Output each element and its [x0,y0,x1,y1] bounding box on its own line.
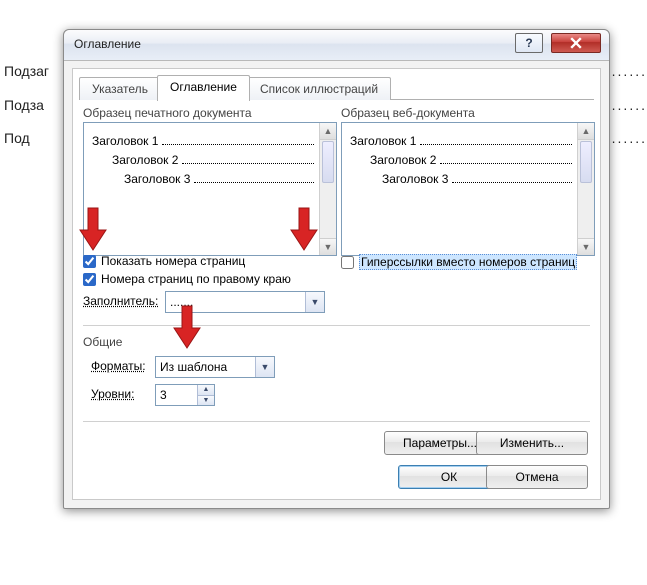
leader-dots [440,163,572,164]
preview-row-text: Заголовок 1 [350,134,416,148]
divider [83,421,590,422]
scroll-up-icon[interactable]: ▲ [320,123,336,140]
bg-text-3: Под [4,130,30,146]
checkbox-label: Гиперссылки вместо номеров страниц [359,254,577,270]
leader-dots [194,182,314,183]
divider [83,325,590,326]
spinner-buttons[interactable]: ▲▼ [197,385,214,405]
web-preview: Заголовок 11 Заголовок 23 Заголовок 35 ▲… [341,122,595,256]
leader-dots [162,144,314,145]
ok-button[interactable]: ОК [398,465,500,489]
bg-text-1: Подзаг [4,63,49,79]
preview-row-text: Заголовок 2 [370,153,436,167]
bg-text-2: Подза [4,97,44,113]
cancel-button[interactable]: Отмена [486,465,588,489]
levels-value: 3 [156,388,197,402]
scroll-down-icon[interactable]: ▼ [320,238,336,255]
print-preview: Заголовок 11 Заголовок 23 Заголовок 35 ▲… [83,122,337,256]
modify-button[interactable]: Изменить... [476,431,588,455]
leader-dots [182,163,314,164]
scrollbar[interactable]: ▲ ▼ [319,123,336,255]
checkbox-label: Номера страниц по правому краю [101,272,291,286]
levels-spinner[interactable]: 3 ▲▼ [155,384,215,406]
scroll-up-icon[interactable]: ▲ [578,123,594,140]
tab-index[interactable]: Указатель [79,77,161,100]
preview-row-text: Заголовок 3 [382,172,448,186]
leader-combo[interactable]: ....... ▼ [165,291,325,313]
leader-dots [452,182,572,183]
checkbox-input[interactable] [83,273,96,286]
checkbox-right-align[interactable]: Номера страниц по правому краю [83,272,291,286]
spin-down-icon[interactable]: ▼ [198,396,214,406]
levels-label: Уровни: [91,387,134,401]
formats-label: Форматы: [91,359,146,373]
checkbox-input[interactable] [341,256,354,269]
help-button[interactable]: ? [515,33,543,53]
leader-label: Заполнитель: [83,294,158,308]
preview-row-text: Заголовок 1 [92,134,158,148]
tab-illustrations-label: Список иллюстраций [260,82,378,96]
tab-toc-label: Оглавление [170,80,237,94]
scroll-down-icon[interactable]: ▼ [578,238,594,255]
button-label: Отмена [515,470,558,484]
tab-toc[interactable]: Оглавление [157,75,250,101]
print-preview-label: Образец печатного документа [83,106,252,120]
tab-index-label: Указатель [92,82,148,96]
checkbox-show-page-numbers[interactable]: Показать номера страниц [83,254,245,268]
web-preview-label: Образец веб-документа [341,106,475,120]
button-label: ОК [441,470,457,484]
checkbox-input[interactable] [83,255,96,268]
scrollbar[interactable]: ▲ ▼ [577,123,594,255]
tab-illustrations[interactable]: Список иллюстраций [247,77,391,100]
scroll-thumb[interactable] [580,141,592,183]
spin-up-icon[interactable]: ▲ [198,385,214,396]
dropdown-icon[interactable]: ▼ [305,292,324,312]
scroll-thumb[interactable] [322,141,334,183]
dialog-client: Указатель Оглавление Список иллюстраций … [72,68,601,500]
general-section-label: Общие [83,335,122,349]
checkbox-label: Показать номера страниц [101,254,245,268]
window-title: Оглавление [74,37,141,51]
close-icon [570,37,582,49]
close-button[interactable] [551,33,601,53]
leader-dots [420,144,572,145]
button-label: Изменить... [500,436,564,450]
checkbox-hyperlinks[interactable]: Гиперссылки вместо номеров страниц [341,254,577,270]
preview-row-text: Заголовок 3 [124,172,190,186]
toc-dialog: Оглавление ? Указатель Оглавление Список… [63,29,610,509]
tabstrip: Указатель Оглавление Список иллюстраций [79,75,594,100]
titlebar[interactable]: Оглавление ? [64,30,609,61]
formats-value: Из шаблона [156,360,255,374]
formats-combo[interactable]: Из шаблона ▼ [155,356,275,378]
dropdown-icon[interactable]: ▼ [255,357,274,377]
leader-value: ....... [166,295,305,309]
preview-row-text: Заголовок 2 [112,153,178,167]
button-label: Параметры... [403,436,477,450]
